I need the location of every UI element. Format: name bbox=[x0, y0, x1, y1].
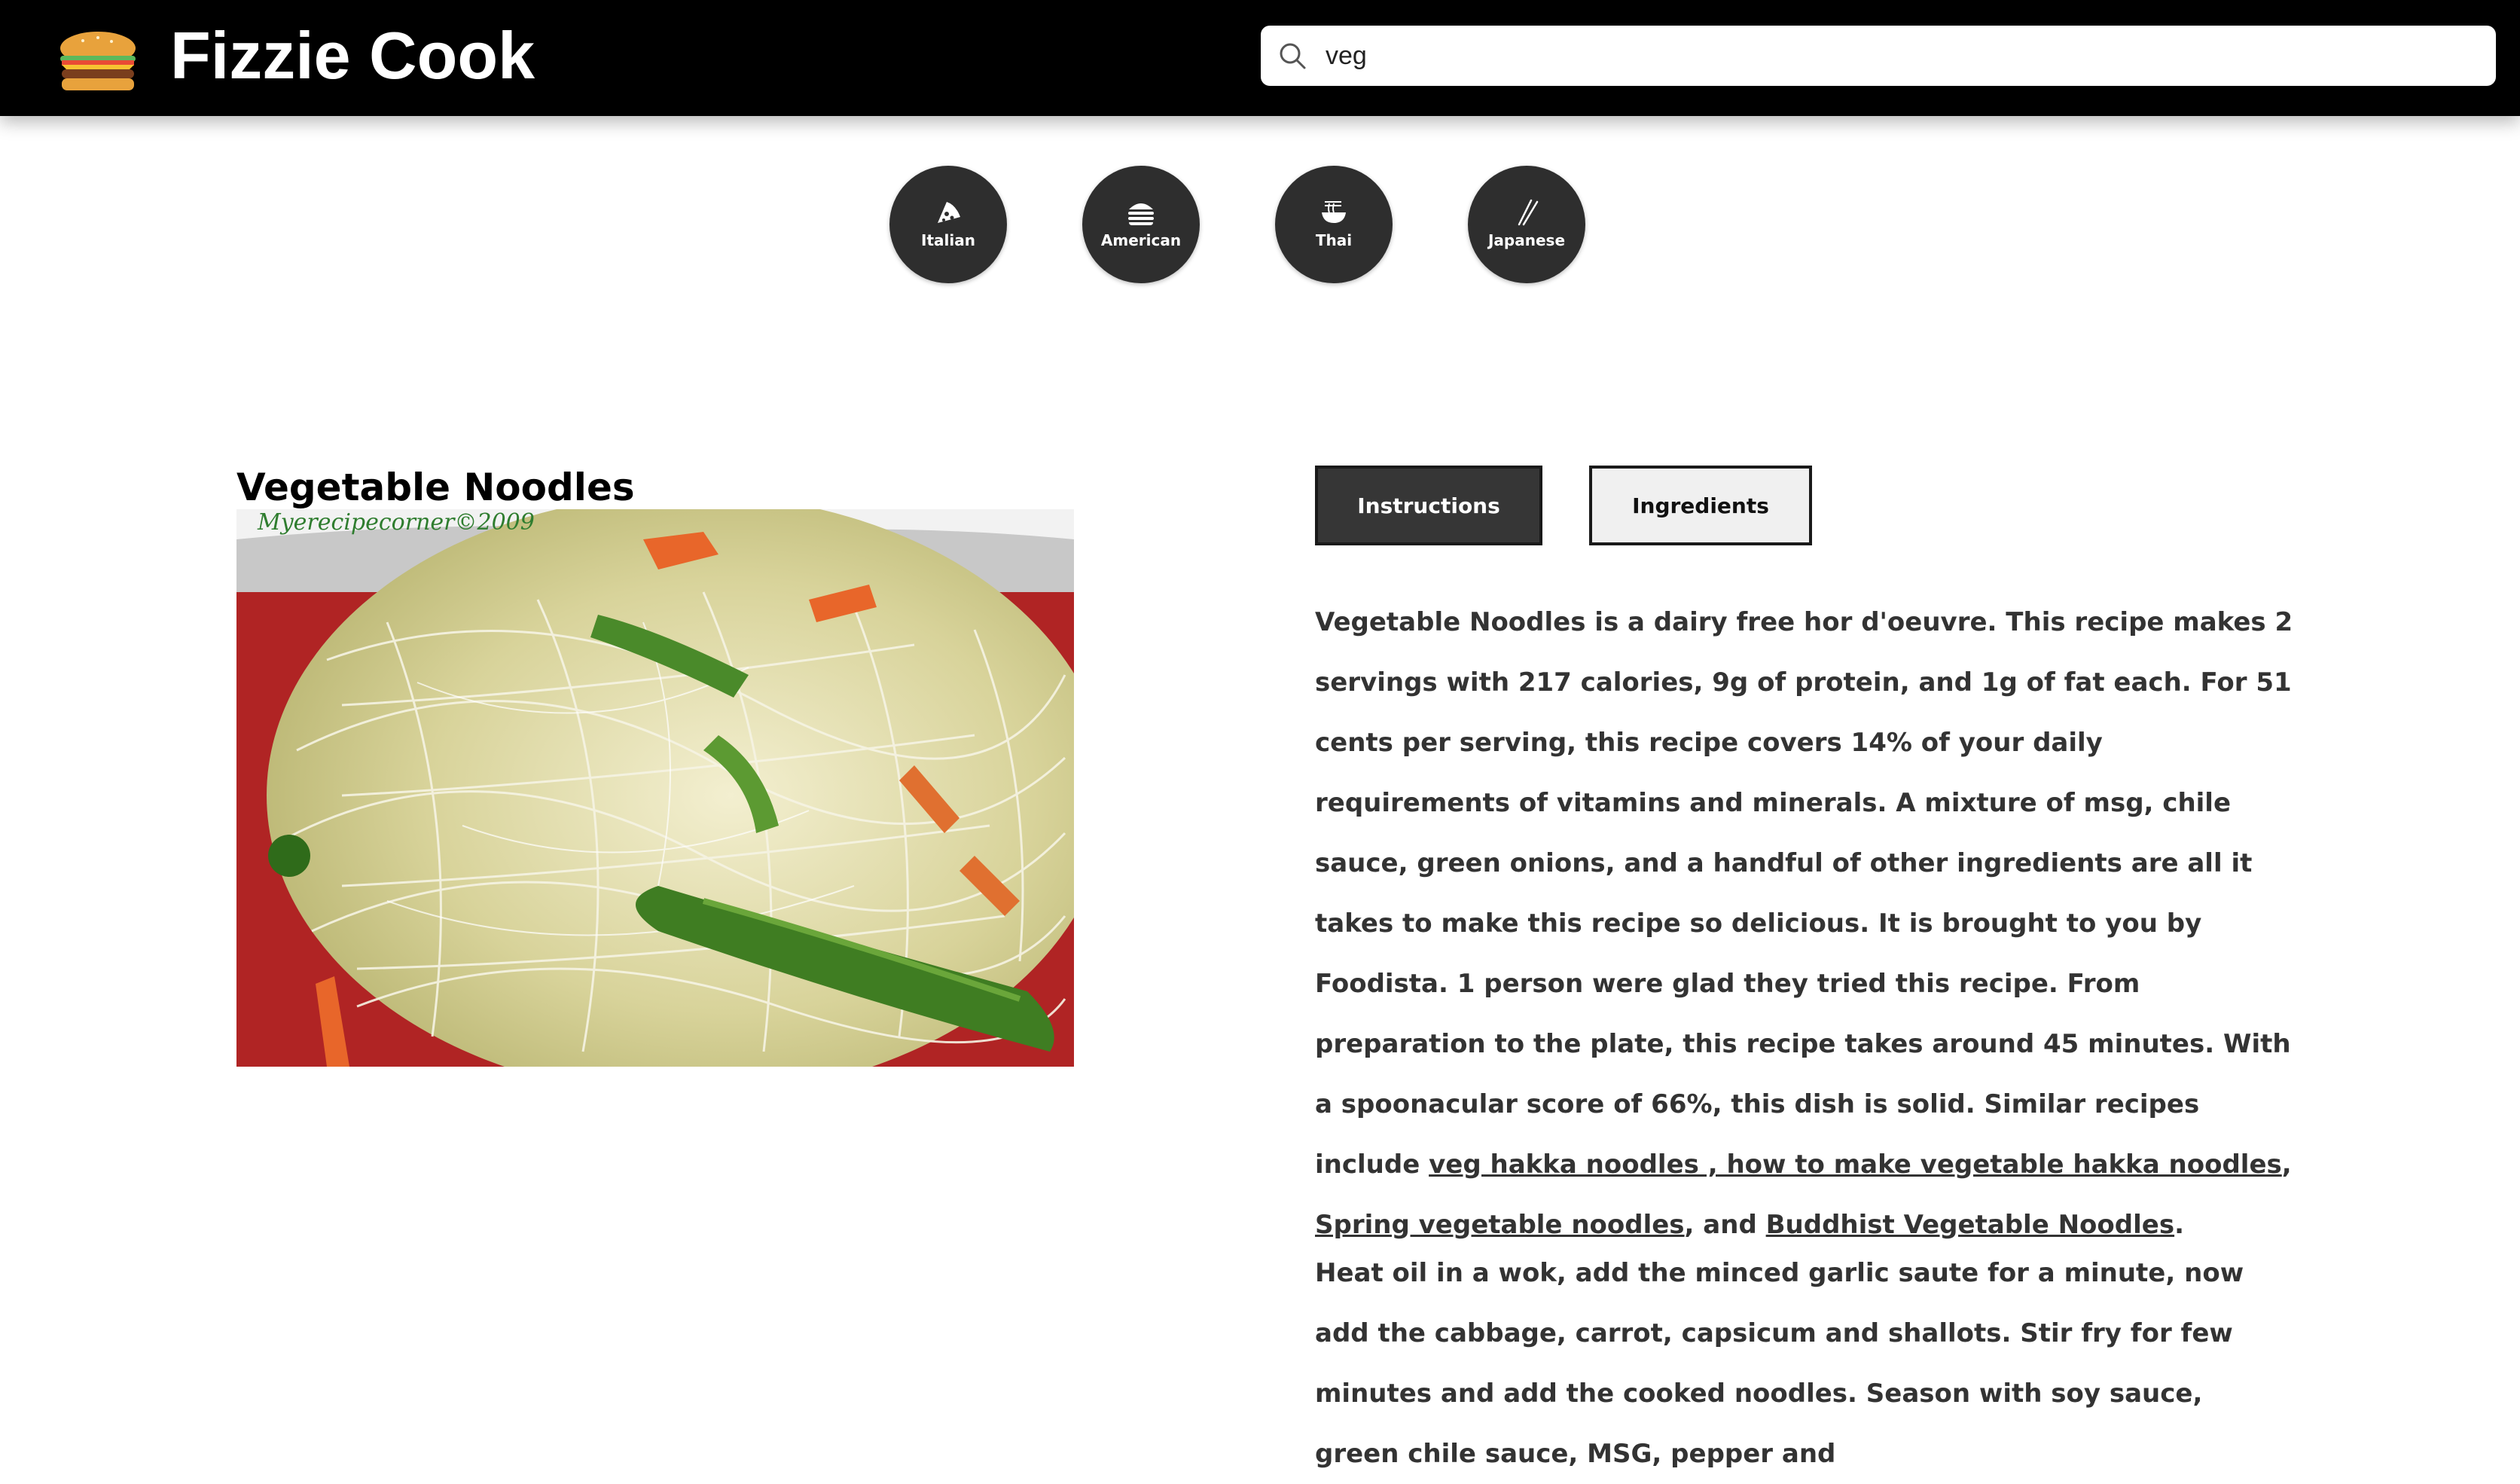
similar-recipe-link-1[interactable]: veg hakka noodles , how to make vegetabl… bbox=[1429, 1150, 2282, 1180]
category-american-button[interactable]: American bbox=[1082, 166, 1200, 283]
search-input[interactable] bbox=[1326, 32, 2470, 80]
summary-separator: , bbox=[2281, 1150, 2292, 1180]
category-thai-button[interactable]: Thai bbox=[1275, 166, 1393, 283]
recipe-image: Myerecipecorner©2009 bbox=[236, 509, 1074, 1067]
category-label: American bbox=[1100, 231, 1182, 249]
similar-recipe-link-2[interactable]: Spring vegetable noodles bbox=[1315, 1210, 1685, 1240]
burger-icon bbox=[1128, 203, 1154, 225]
noodle-bowl-icon bbox=[1322, 201, 1346, 223]
similar-recipe-link-3[interactable]: Buddhist Vegetable Noodles bbox=[1766, 1210, 2174, 1240]
search-bar bbox=[1261, 26, 2496, 86]
top-bar: Fizzie Cook bbox=[0, 0, 2520, 116]
image-watermark: Myerecipecorner©2009 bbox=[258, 509, 535, 536]
recipe-title: Vegetable Noodles bbox=[236, 466, 635, 509]
app-title[interactable]: Fizzie Cook bbox=[170, 17, 535, 95]
tab-ingredients[interactable]: Ingredients bbox=[1589, 466, 1812, 545]
cuisine-categories: Italian American Thai Japanese bbox=[0, 166, 2520, 283]
burger-icon[interactable] bbox=[56, 30, 140, 93]
category-label: Thai bbox=[1315, 231, 1353, 249]
recipe-instructions: Heat oil in a wok, add the minced garlic… bbox=[1315, 1258, 2244, 1469]
category-label: Italian bbox=[921, 231, 975, 249]
category-japanese-button[interactable]: Japanese bbox=[1468, 166, 1585, 283]
category-label: Japanese bbox=[1487, 231, 1566, 249]
summary-end: . bbox=[2174, 1210, 2184, 1240]
tab-instructions[interactable]: Instructions bbox=[1315, 466, 1542, 545]
search-icon bbox=[1277, 41, 1307, 71]
recipe-summary: Vegetable Noodles is a dairy free hor d'… bbox=[1315, 592, 2294, 1255]
category-italian-button[interactable]: Italian bbox=[889, 166, 1007, 283]
chopsticks-icon bbox=[1518, 199, 1539, 226]
pizza-icon bbox=[938, 202, 960, 223]
summary-separator: , and bbox=[1684, 1210, 1766, 1240]
summary-text: Vegetable Noodles is a dairy free hor d'… bbox=[1315, 607, 2293, 1180]
